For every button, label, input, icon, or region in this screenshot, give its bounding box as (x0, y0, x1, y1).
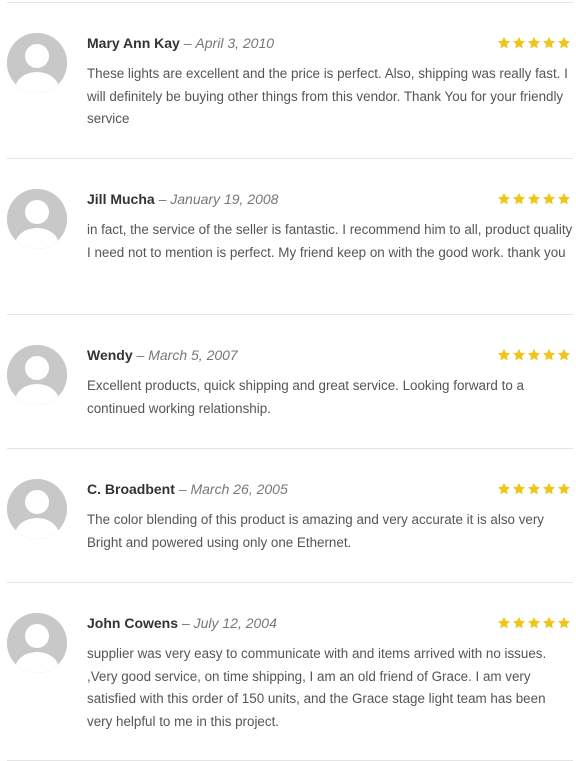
review-text: The color blending of this product is am… (87, 512, 544, 550)
meta-separator: – (181, 615, 190, 631)
review-meta: Mary Ann Kay – April 3, 2010 (87, 33, 274, 53)
star-filled-icon (512, 616, 526, 629)
star-filled-icon (557, 36, 571, 49)
star-filled-icon (527, 36, 541, 49)
star-rating (496, 33, 571, 53)
review-meta: Jill Mucha – January 19, 2008 (87, 189, 278, 209)
review-date: January 19, 2008 (170, 191, 279, 207)
user-silhouette-icon (7, 189, 67, 249)
star-filled-icon (497, 192, 511, 205)
user-silhouette-icon (7, 33, 67, 93)
star-filled-icon (527, 482, 541, 495)
avatar-placeholder-icon (7, 613, 67, 673)
review-author: Mary Ann Kay (87, 35, 180, 51)
star-filled-icon (512, 348, 526, 361)
star-filled-icon (542, 192, 556, 205)
review-date: March 5, 2007 (148, 347, 238, 363)
meta-separator: – (178, 481, 187, 497)
review-meta: Wendy – March 5, 2007 (87, 345, 238, 365)
user-silhouette-icon (7, 345, 67, 405)
star-filled-icon (512, 482, 526, 495)
avatar-placeholder-icon (7, 345, 67, 405)
review-text: These lights are excellent and the price… (87, 66, 568, 126)
review-date: April 3, 2010 (195, 35, 275, 51)
review-item: Jill Mucha – January 19, 2008 in fact, t… (7, 159, 573, 315)
meta-separator: – (158, 191, 167, 207)
avatar-placeholder-icon (7, 33, 67, 93)
star-filled-icon (527, 348, 541, 361)
avatar-placeholder-icon (7, 479, 67, 539)
user-silhouette-icon (7, 479, 67, 539)
star-filled-icon (512, 36, 526, 49)
star-filled-icon (542, 616, 556, 629)
review-list: Mary Ann Kay – April 3, 2010 These light… (7, 2, 573, 761)
review-meta: John Cowens – July 12, 2004 (87, 613, 277, 633)
avatar-placeholder-icon (7, 189, 67, 249)
review-date: March 26, 2005 (190, 481, 288, 497)
star-filled-icon (557, 616, 571, 629)
review-text: supplier was very easy to communicate wi… (87, 646, 547, 729)
review-date: July 12, 2004 (193, 615, 277, 631)
star-filled-icon (542, 36, 556, 49)
user-silhouette-icon (7, 613, 67, 673)
star-filled-icon (527, 192, 541, 205)
star-rating (496, 479, 571, 499)
star-filled-icon (497, 616, 511, 629)
star-filled-icon (557, 192, 571, 205)
star-rating (496, 189, 571, 209)
star-filled-icon (527, 616, 541, 629)
review-text: Excellent products, quick shipping and g… (87, 378, 524, 416)
review-author: C. Broadbent (87, 481, 175, 497)
review-item: C. Broadbent – March 26, 2005 The color … (7, 449, 573, 583)
review-item: John Cowens – July 12, 2004 supplier was… (7, 583, 573, 761)
review-author: John Cowens (87, 615, 179, 631)
star-rating (496, 345, 571, 365)
star-filled-icon (497, 348, 511, 361)
star-filled-icon (497, 36, 511, 49)
star-filled-icon (512, 192, 526, 205)
review-item: Mary Ann Kay – April 3, 2010 These light… (7, 3, 573, 159)
review-author: Jill Mucha (87, 191, 155, 207)
meta-separator: – (136, 347, 145, 363)
star-filled-icon (542, 482, 556, 495)
review-text: in fact, the service of the seller is fa… (87, 222, 573, 260)
star-filled-icon (497, 482, 511, 495)
star-filled-icon (557, 348, 571, 361)
review-item: Wendy – March 5, 2007 Excellent products… (7, 315, 573, 449)
review-author: Wendy (87, 347, 133, 363)
review-meta: C. Broadbent – March 26, 2005 (87, 479, 288, 499)
star-rating (496, 613, 571, 633)
star-filled-icon (557, 482, 571, 495)
star-filled-icon (542, 348, 556, 361)
meta-separator: – (183, 35, 192, 51)
